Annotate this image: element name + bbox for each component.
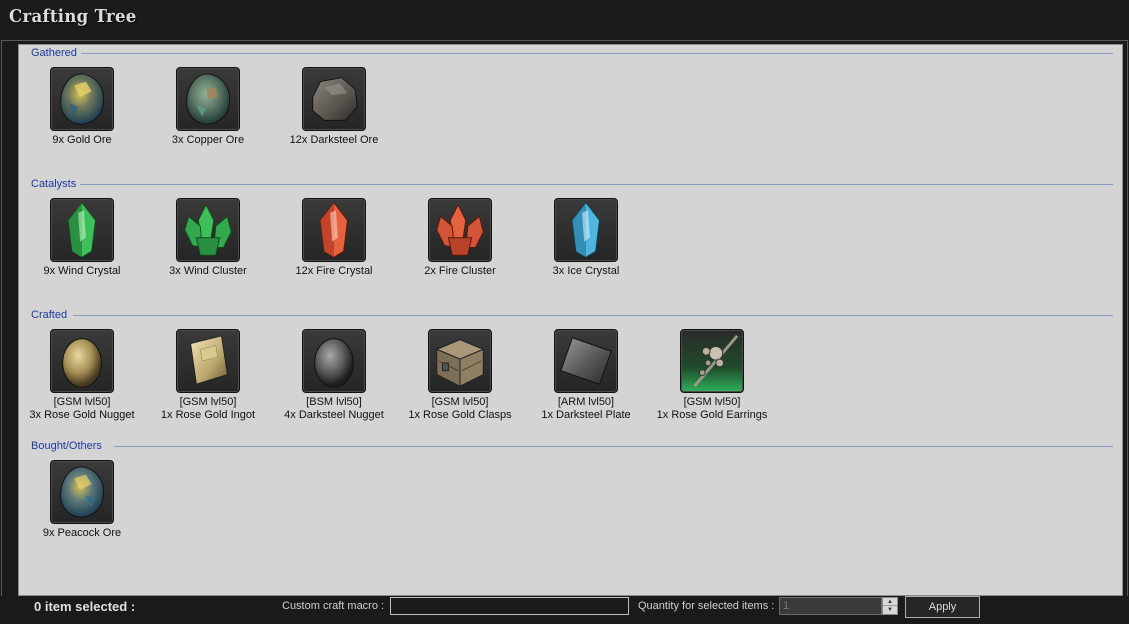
item-name: 1x Rose Gold Ingot bbox=[160, 409, 256, 421]
quantity-input[interactable] bbox=[779, 597, 882, 615]
item-label: [GSM lvl50] 1x Rose Gold Clasps bbox=[389, 396, 531, 422]
item-copper-ore[interactable]: 3x Copper Ore bbox=[147, 67, 267, 167]
item-label: [GSM lvl50] 1x Rose Gold Ingot bbox=[137, 396, 279, 422]
item-darksteel-ore[interactable]: 12x Darksteel Ore bbox=[273, 67, 393, 167]
item-rose-gold-nugget[interactable]: [GSM lvl50] 3x Rose Gold Nugget bbox=[21, 329, 141, 429]
item-label: 2x Fire Cluster bbox=[424, 265, 496, 277]
item-label: 9x Gold Ore bbox=[52, 134, 112, 146]
item-darksteel-nugget[interactable]: [BSM lvl50] 4x Darksteel Nugget bbox=[273, 329, 393, 429]
item-gold-ore[interactable]: 9x Gold Ore bbox=[21, 67, 141, 167]
section-title-gathered: Gathered bbox=[31, 47, 81, 59]
quantity-label: Quantity for selected items : bbox=[638, 600, 775, 612]
apply-button[interactable]: Apply bbox=[905, 596, 980, 618]
gold-ore-icon bbox=[50, 67, 114, 131]
item-wind-cluster[interactable]: 3x Wind Cluster bbox=[147, 198, 267, 298]
item-recipe-tag: [GSM lvl50] bbox=[431, 396, 489, 408]
item-name: 1x Rose Gold Clasps bbox=[408, 409, 512, 421]
darksteel-nugget-icon bbox=[302, 329, 366, 393]
item-label: 3x Ice Crystal bbox=[552, 265, 620, 277]
ice-crystal-icon bbox=[554, 198, 618, 262]
item-wind-crystal[interactable]: 9x Wind Crystal bbox=[21, 198, 141, 298]
item-label: 9x Wind Crystal bbox=[43, 265, 121, 277]
fire-cluster-icon bbox=[428, 198, 492, 262]
chevron-up-icon[interactable]: ▲ bbox=[883, 598, 897, 606]
item-label: [GSM lvl50] 1x Rose Gold Earrings bbox=[641, 396, 783, 422]
item-recipe-tag: [GSM lvl50] bbox=[683, 396, 741, 408]
item-recipe-tag: [GSM lvl50] bbox=[179, 396, 237, 408]
rose-gold-earrings-icon bbox=[680, 329, 744, 393]
wind-crystal-icon bbox=[50, 198, 114, 262]
item-label: 12x Darksteel Ore bbox=[289, 134, 379, 146]
item-fire-cluster[interactable]: 2x Fire Cluster bbox=[399, 198, 519, 298]
item-label: 9x Peacock Ore bbox=[42, 527, 122, 539]
peacock-ore-icon bbox=[50, 460, 114, 524]
item-label: 12x Fire Crystal bbox=[295, 265, 373, 277]
item-ice-crystal[interactable]: 3x Ice Crystal bbox=[525, 198, 645, 298]
item-name: 3x Rose Gold Nugget bbox=[29, 409, 135, 421]
item-label: [BSM lvl50] 4x Darksteel Nugget bbox=[263, 396, 405, 422]
section-title-bought-others: Bought/Others bbox=[31, 440, 106, 452]
macro-label: Custom craft macro : bbox=[282, 600, 385, 612]
item-rose-gold-earrings[interactable]: [GSM lvl50] 1x Rose Gold Earrings bbox=[651, 329, 771, 429]
item-name: 1x Rose Gold Earrings bbox=[656, 409, 768, 421]
darksteel-ore-icon bbox=[302, 67, 366, 131]
section-title-catalysts: Catalysts bbox=[31, 178, 81, 190]
rose-gold-ingot-icon bbox=[176, 329, 240, 393]
item-label: [ARM lvl50] 1x Darksteel Plate bbox=[515, 396, 657, 422]
crafting-tree-panel[interactable]: Gathered 9x Gold Ore 3x Copper Ore 12x D… bbox=[18, 44, 1123, 596]
item-darksteel-plate[interactable]: [ARM lvl50] 1x Darksteel Plate bbox=[525, 329, 645, 429]
section-title-crafted: Crafted bbox=[31, 309, 72, 321]
rose-gold-nugget-icon bbox=[50, 329, 114, 393]
item-label: 3x Copper Ore bbox=[171, 134, 245, 146]
section-divider bbox=[114, 446, 1113, 447]
section-divider bbox=[75, 53, 1113, 54]
footer-bar: 0 item selected : Custom craft macro : Q… bbox=[0, 596, 1129, 624]
item-recipe-tag: [GSM lvl50] bbox=[53, 396, 111, 408]
custom-macro-input[interactable] bbox=[390, 597, 629, 615]
item-recipe-tag: [ARM lvl50] bbox=[557, 396, 615, 408]
section-divider bbox=[79, 184, 1113, 185]
item-label: [GSM lvl50] 3x Rose Gold Nugget bbox=[11, 396, 153, 422]
item-name: 1x Darksteel Plate bbox=[541, 409, 631, 421]
item-label: 3x Wind Cluster bbox=[169, 265, 247, 277]
copper-ore-icon bbox=[176, 67, 240, 131]
darksteel-plate-icon bbox=[554, 329, 618, 393]
item-rose-gold-ingot[interactable]: [GSM lvl50] 1x Rose Gold Ingot bbox=[147, 329, 267, 429]
item-fire-crystal[interactable]: 12x Fire Crystal bbox=[273, 198, 393, 298]
item-rose-gold-clasps[interactable]: [GSM lvl50] 1x Rose Gold Clasps bbox=[399, 329, 519, 429]
item-recipe-tag: [BSM lvl50] bbox=[306, 396, 362, 408]
section-divider bbox=[73, 315, 1113, 316]
rose-gold-clasps-icon bbox=[428, 329, 492, 393]
chevron-down-icon[interactable]: ▼ bbox=[883, 606, 897, 614]
quantity-stepper[interactable]: ▲ ▼ bbox=[882, 597, 898, 615]
selection-count: 0 item selected : bbox=[34, 599, 136, 614]
fire-crystal-icon bbox=[302, 198, 366, 262]
item-peacock-ore[interactable]: 9x Peacock Ore bbox=[21, 460, 141, 560]
window-title: Crafting Tree bbox=[9, 6, 137, 27]
wind-cluster-icon bbox=[176, 198, 240, 262]
title-bar: Crafting Tree bbox=[0, 0, 1129, 36]
item-name: 4x Darksteel Nugget bbox=[284, 409, 384, 421]
